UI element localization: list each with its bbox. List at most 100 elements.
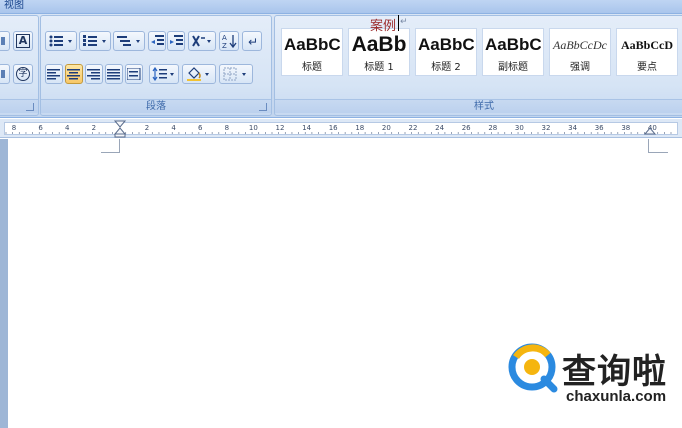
- align-left-icon: [47, 69, 60, 80]
- style-sample: AaBbCcD: [620, 38, 673, 52]
- justify-icon: [107, 69, 120, 80]
- style-name: 标题: [302, 62, 322, 73]
- ruler-number: 36: [594, 124, 604, 132]
- ruler-number: 30: [514, 124, 524, 132]
- ruler-number: 2: [144, 124, 150, 132]
- paragraph-mark-icon: ↵: [248, 35, 258, 48]
- shading-button[interactable]: [182, 64, 216, 84]
- document-text[interactable]: 案例: [370, 15, 396, 34]
- align-left-button[interactable]: [45, 64, 63, 84]
- bullet-list-icon: [49, 35, 72, 47]
- font-more-button[interactable]: [0, 31, 10, 51]
- paint-bucket-icon: [187, 67, 209, 81]
- align-right-icon: [87, 69, 100, 80]
- chinese-layout-button[interactable]: [188, 31, 216, 51]
- ruler-number: 22: [408, 124, 418, 132]
- paragraph-group: A Z ↵ 段落: [40, 15, 272, 116]
- decrease-indent-button[interactable]: [148, 31, 166, 51]
- style-name: 标题 2: [431, 62, 461, 73]
- font-group: A 字: [0, 15, 39, 116]
- style-sample: AaBbCcDc: [553, 38, 607, 52]
- style-title[interactable]: AaBbC 标题: [281, 28, 343, 76]
- ruler-number: 12: [275, 124, 285, 132]
- align-center-icon: [67, 69, 80, 80]
- show-marks-button[interactable]: ↵: [242, 31, 262, 51]
- paragraph-mark: ↵: [400, 17, 408, 27]
- styles-group: AaBbC 标题 AaBb 标题 1 AaBbC 标题 2 AaBbC 副标题 …: [274, 15, 682, 116]
- distribute-button[interactable]: [125, 64, 143, 84]
- ruler-number: 8: [224, 124, 230, 132]
- borders-button[interactable]: [219, 64, 253, 84]
- right-indent-marker-icon[interactable]: [644, 119, 656, 138]
- ribbon: 视图 A 字 A Z ↵ 段落 AaBbC 标题 AaBb 标题 1 AaBbC…: [0, 0, 682, 118]
- watermark: 查询啦 chaxunla.com: [508, 343, 680, 413]
- svg-text:A: A: [222, 34, 227, 42]
- multilevel-list-icon: [117, 36, 140, 46]
- numbering-button[interactable]: [79, 31, 111, 51]
- styles-group-label: 样式: [275, 99, 682, 113]
- border-grid-icon: [223, 67, 246, 81]
- multilevel-list-button[interactable]: [113, 31, 145, 51]
- horizontal-ruler[interactable]: 8 6 4 2 2 4 6 8 10 12 14 16 18 20 22 24 26 28 30 32 34 36 38 40: [0, 119, 682, 138]
- svg-text:Z: Z: [222, 42, 227, 49]
- magnifier-logo-icon: [508, 343, 558, 393]
- ruler-number: 20: [381, 124, 391, 132]
- style-emphasis[interactable]: AaBbCcDc 强调: [549, 28, 611, 76]
- font-more-button-2[interactable]: [0, 64, 10, 84]
- style-strong[interactable]: AaBbCcD 要点: [616, 28, 678, 76]
- sort-button[interactable]: A Z: [219, 31, 239, 51]
- watermark-url: chaxunla.com: [566, 388, 667, 405]
- style-sample: AaBbC: [418, 35, 474, 54]
- line-spacing-button[interactable]: [149, 64, 179, 84]
- char-border-icon: A: [15, 34, 31, 48]
- ruler-number: 8: [11, 124, 17, 132]
- ruler-number: 16: [328, 124, 338, 132]
- style-name: 副标题: [498, 62, 528, 73]
- ruler-number: 4: [171, 124, 176, 132]
- ruler-number: 6: [38, 124, 43, 132]
- style-heading-1[interactable]: AaBb 标题 1: [348, 28, 410, 76]
- ruler-number: 2: [91, 124, 97, 132]
- indent-marker-icon[interactable]: [114, 119, 126, 138]
- style-heading-2[interactable]: AaBbC 标题 2: [415, 28, 477, 76]
- distribute-icon: [127, 68, 141, 80]
- ruler-number: 10: [248, 124, 258, 132]
- bullets-button[interactable]: [45, 31, 77, 51]
- style-subtitle[interactable]: AaBbC 副标题: [482, 28, 544, 76]
- ruler-number: 24: [435, 124, 445, 132]
- style-sample: AaBbC: [485, 35, 541, 54]
- ruler-number: 26: [461, 124, 471, 132]
- enclose-char-button[interactable]: 字: [13, 64, 33, 84]
- ruler-number: 14: [302, 124, 312, 132]
- align-center-button[interactable]: [65, 64, 83, 84]
- ruler-number: 28: [488, 124, 498, 132]
- paragraph-group-label: 段落: [41, 99, 271, 113]
- crop-mark-right: [648, 139, 668, 153]
- tab-view[interactable]: 视图: [4, 0, 24, 12]
- align-right-button[interactable]: [85, 64, 103, 84]
- watermark-brand: 查询啦: [562, 352, 667, 392]
- font-dialog-launcher[interactable]: [26, 103, 34, 111]
- style-sample: AaBb: [351, 33, 407, 56]
- style-name: 要点: [637, 62, 657, 73]
- ruler-number: 6: [197, 124, 203, 132]
- ruler-number: 34: [568, 124, 578, 132]
- char-border-button[interactable]: A: [13, 31, 33, 51]
- style-name: 标题 1: [364, 62, 394, 73]
- ruler-number: 18: [355, 124, 365, 132]
- ruler-ticks: [5, 132, 672, 134]
- partial-icon: [1, 37, 5, 45]
- ruler-number: 32: [541, 124, 551, 132]
- svg-text:↵: ↵: [248, 35, 258, 48]
- style-sample: AaBbC: [284, 35, 340, 54]
- decrease-indent-icon: [151, 35, 164, 45]
- paragraph-dialog-launcher[interactable]: [259, 103, 267, 111]
- ruler-number: 38: [621, 124, 631, 132]
- enclose-char-icon: 字: [16, 67, 30, 81]
- ruler-number: 4: [64, 124, 70, 132]
- partial-icon: [1, 70, 5, 78]
- numbered-list-icon: [83, 35, 106, 46]
- increase-indent-button[interactable]: [167, 31, 185, 51]
- ribbon-tab-strip: 视图: [0, 0, 682, 14]
- justify-button[interactable]: [105, 64, 123, 84]
